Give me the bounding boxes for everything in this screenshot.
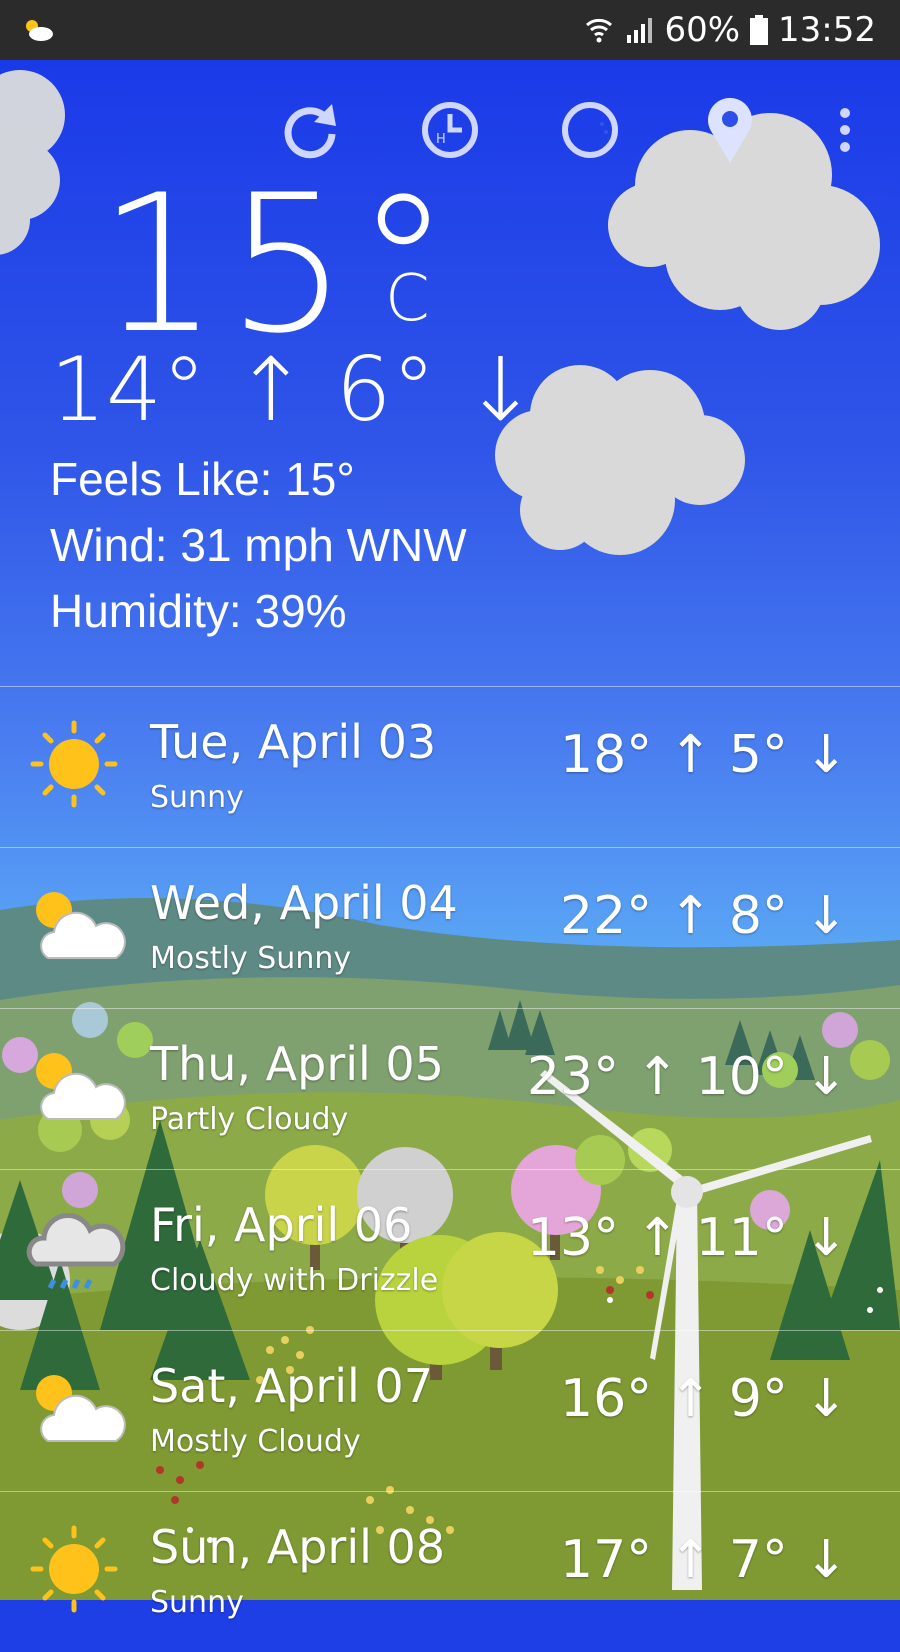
wind: Wind: 31 mph WNW: [50, 519, 467, 571]
moon-phase-button[interactable]: [555, 95, 625, 165]
location-pin-icon: [708, 97, 752, 163]
overflow-menu-button[interactable]: [810, 95, 880, 165]
status-bar: 60% 13:52: [0, 0, 900, 60]
forecast-condition: Mostly Cloudy: [150, 1424, 361, 1459]
forecast-day: Tue, April 03: [150, 715, 437, 769]
forecast-row[interactable]: Wed, April 04 Mostly Sunny 22° ↑ 8° ↓: [0, 847, 900, 1008]
forecast-row[interactable]: Fri, April 06 Cloudy with Drizzle 13° ↑ …: [0, 1169, 900, 1330]
svg-text:H: H: [436, 132, 446, 147]
toolbar: H: [0, 95, 900, 175]
location-button[interactable]: [695, 95, 765, 165]
forecast-condition: Cloudy with Drizzle: [150, 1263, 439, 1298]
forecast-temps: 18° ↑ 5° ↓: [560, 725, 848, 785]
moon-phase-icon: [562, 102, 618, 158]
forecast-temps: 23° ↑ 10° ↓: [526, 1047, 848, 1107]
forecast-row[interactable]: Tue, April 03 Sunny 18° ↑ 5° ↓: [0, 686, 900, 847]
forecast-day: Fri, April 06: [150, 1198, 413, 1252]
forecast-row[interactable]: Sat, April 07 Mostly Cloudy 16° ↑ 9° ↓: [0, 1330, 900, 1491]
forecast-temps: 17° ↑ 7° ↓: [560, 1530, 848, 1590]
battery-icon: [750, 15, 769, 45]
signal-icon: [627, 18, 653, 43]
battery-percent: 60%: [664, 10, 741, 50]
sun-cloud-icon: [36, 892, 126, 959]
drizzle-cloud-icon: [26, 1212, 126, 1290]
sun-icon: [30, 720, 118, 808]
refresh-button[interactable]: [275, 95, 345, 165]
sun-cloud-icon: [36, 1375, 126, 1442]
forecast-condition: Mostly Sunny: [150, 941, 352, 976]
forecast-condition: Sunny: [150, 1585, 244, 1620]
forecast-condition: Sunny: [150, 780, 244, 815]
forecast-condition: Partly Cloudy: [150, 1102, 349, 1137]
forecast-temps: 22° ↑ 8° ↓: [560, 886, 848, 946]
more-vert-icon: [840, 108, 850, 152]
refresh-icon: [284, 104, 336, 159]
today-high-low: 14° ↑ 6° ↓: [50, 338, 538, 441]
weather-notification-icon: [26, 20, 53, 41]
humidity: Humidity: 39%: [50, 585, 347, 637]
forecast-temps: 13° ↑ 11° ↓: [526, 1208, 848, 1268]
hourly-clock-icon: H: [422, 102, 478, 158]
forecast-row[interactable]: Thu, April 05 Partly Cloudy 23° ↑ 10° ↓: [0, 1008, 900, 1169]
wifi-icon: [586, 18, 613, 43]
forecast-list: Tue, April 03 Sunny 18° ↑ 5° ↓ Wed, Apri…: [0, 686, 900, 1652]
sun-icon: [30, 1525, 118, 1613]
temperature-unit: C: [385, 262, 430, 336]
forecast-day: Sat, April 07: [150, 1359, 433, 1413]
clock: 13:52: [778, 10, 876, 50]
hourly-forecast-button[interactable]: H: [415, 95, 485, 165]
forecast-row[interactable]: Sun, April 08 Sunny 17° ↑ 7° ↓: [0, 1491, 900, 1652]
forecast-temps: 16° ↑ 9° ↓: [560, 1369, 848, 1429]
forecast-day: Wed, April 04: [150, 876, 458, 930]
forecast-day: Sun, April 08: [150, 1520, 446, 1574]
feels-like: Feels Like: 15°: [50, 453, 355, 505]
sun-cloud-icon: [36, 1053, 126, 1120]
forecast-day: Thu, April 05: [150, 1037, 444, 1091]
